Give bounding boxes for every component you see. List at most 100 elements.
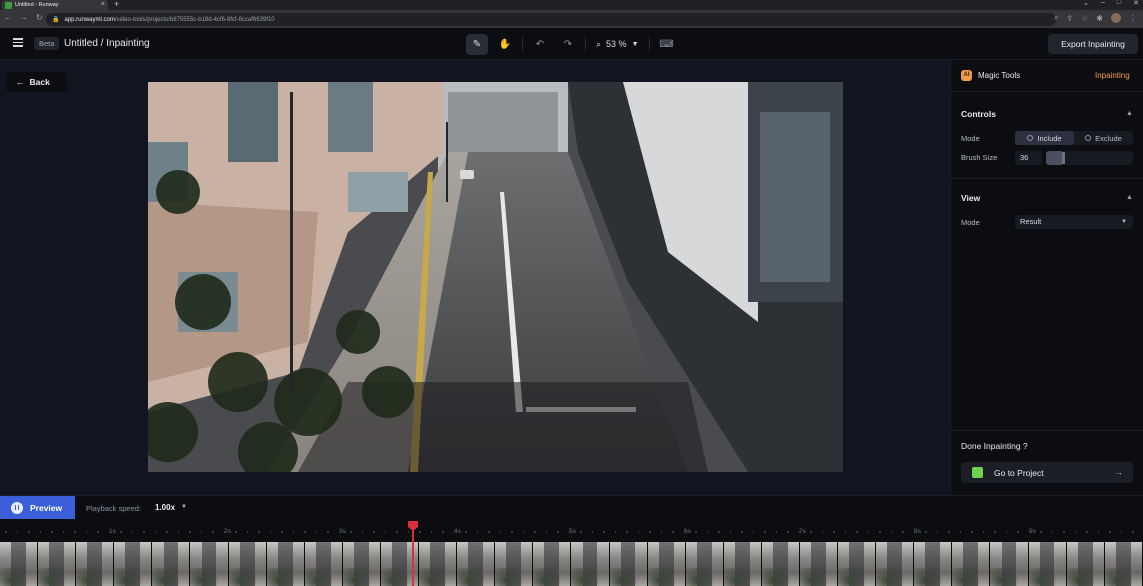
- time-dot: [419, 531, 421, 533]
- brush-size-slider[interactable]: [1046, 151, 1133, 165]
- time-dot: [557, 531, 559, 533]
- filmstrip[interactable]: [0, 542, 1143, 586]
- time-tick-label: 2s: [224, 528, 231, 535]
- window-controls: ⌄ – □ ✕: [1083, 0, 1139, 7]
- time-dot: [1097, 531, 1099, 533]
- close-window-icon[interactable]: ✕: [1133, 0, 1139, 7]
- filmstrip-frame: [1066, 542, 1105, 586]
- brush-size-input[interactable]: 36: [1015, 151, 1042, 165]
- preview-label: Preview: [30, 502, 63, 513]
- collapse-caret-icon[interactable]: ▲: [1126, 110, 1133, 117]
- time-dot: [476, 531, 478, 533]
- time-dot: [683, 531, 685, 533]
- search-icon[interactable]: ⌕: [1054, 13, 1058, 23]
- arrow-right-icon: →: [1115, 468, 1123, 477]
- back-arrow-icon[interactable]: ←: [4, 13, 12, 22]
- view-mode-label: Mode: [961, 218, 980, 227]
- editor-toolbar: ✎ ✋ ↶ ↷ ⌕ 53 % ▼ ⌨: [466, 33, 678, 55]
- zoom-value: 53 %: [606, 39, 627, 49]
- filmstrip-frame: [266, 542, 305, 586]
- filmstrip-frame: [114, 542, 153, 586]
- more-menu-icon[interactable]: ⋮: [1129, 14, 1137, 23]
- time-tick-label: 7s: [799, 528, 806, 535]
- mode-exclude-option[interactable]: Exclude: [1074, 131, 1133, 145]
- filmstrip-frame: [609, 542, 648, 586]
- filmstrip-frame: [1028, 542, 1067, 586]
- time-dot: [453, 531, 455, 533]
- filmstrip-frame: [647, 542, 686, 586]
- extensions-icon[interactable]: ✱: [1096, 14, 1103, 23]
- zoom-control[interactable]: ⌕ 53 % ▼: [592, 39, 643, 50]
- back-button[interactable]: ← Back: [6, 72, 67, 92]
- time-dot: [775, 531, 777, 533]
- chevron-down-icon[interactable]: ⌄: [1083, 0, 1089, 7]
- share-icon[interactable]: ⇪: [1066, 14, 1073, 23]
- time-dot: [913, 531, 915, 533]
- hamburger-menu-icon[interactable]: [13, 38, 23, 47]
- chevron-down-icon[interactable]: ▼: [181, 504, 187, 510]
- time-dot: [741, 531, 743, 533]
- profile-avatar[interactable]: [1111, 13, 1121, 23]
- go-to-project-button[interactable]: Go to Project →: [961, 462, 1133, 483]
- forward-arrow-icon[interactable]: →: [20, 13, 28, 22]
- time-dot: [269, 531, 271, 533]
- filmstrip-frame: [190, 542, 229, 586]
- star-icon[interactable]: ☆: [1081, 14, 1088, 23]
- playhead-line[interactable]: [412, 522, 414, 586]
- reload-icon[interactable]: ↻: [36, 13, 43, 22]
- redo-icon[interactable]: ↷: [557, 34, 579, 55]
- arrow-left-icon: ←: [16, 77, 25, 87]
- filmstrip-frame: [419, 542, 458, 586]
- time-dot: [959, 531, 961, 533]
- time-dot: [1005, 531, 1007, 533]
- time-dot: [511, 531, 513, 533]
- undo-icon[interactable]: ↶: [529, 34, 551, 55]
- lock-icon: 🔒: [52, 17, 60, 23]
- time-dot: [522, 531, 524, 533]
- controls-section-title[interactable]: Controls: [961, 109, 996, 119]
- view-section-title[interactable]: View: [961, 193, 980, 203]
- url-text: app.runwayml.com/video-tools/projects/b8…: [64, 17, 274, 23]
- close-tab-icon[interactable]: ×: [101, 1, 105, 8]
- browser-tab[interactable]: Untitled - Runway ×: [2, 0, 108, 10]
- time-dot: [660, 531, 662, 533]
- brush-size-thumb[interactable]: [1061, 152, 1065, 164]
- page-title: Untitled / Inpainting: [64, 38, 150, 49]
- time-dot: [465, 531, 467, 533]
- street-scene-image: [148, 82, 843, 472]
- magnifier-icon: ⌕: [596, 38, 602, 49]
- keyboard-icon[interactable]: ⌨: [656, 34, 678, 55]
- time-dot: [1086, 531, 1088, 533]
- hand-tool-icon[interactable]: ✋: [494, 34, 516, 55]
- time-dot: [373, 531, 375, 533]
- playback-speed-value[interactable]: 1.00x: [155, 503, 175, 512]
- active-tool-label: Inpainting: [1095, 71, 1130, 80]
- time-dot: [396, 531, 398, 533]
- brush-tool-icon[interactable]: ✎: [466, 33, 488, 55]
- time-dot: [752, 531, 754, 533]
- time-dot: [74, 531, 76, 533]
- time-dot: [637, 531, 639, 533]
- radio-icon: [1085, 135, 1092, 141]
- filmstrip-frame: [838, 542, 877, 586]
- time-dot: [1040, 531, 1042, 533]
- video-frame-canvas[interactable]: [148, 82, 843, 472]
- time-dot: [603, 531, 605, 533]
- browser-nav: ← → ↻: [4, 13, 43, 22]
- time-dot: [844, 531, 846, 533]
- maximize-icon[interactable]: □: [1117, 0, 1121, 7]
- view-mode-select[interactable]: Result ▼: [1015, 215, 1133, 229]
- mode-include-option[interactable]: Include: [1015, 131, 1074, 145]
- exclude-label: Exclude: [1095, 133, 1122, 143]
- minimize-icon[interactable]: –: [1101, 0, 1105, 7]
- export-inpainting-button[interactable]: Export Inpainting: [1048, 34, 1138, 54]
- url-field[interactable]: 🔒 app.runwayml.com/video-tools/projects/…: [46, 13, 1056, 26]
- preview-button[interactable]: Preview: [0, 496, 75, 519]
- time-dot: [1120, 531, 1122, 533]
- new-tab-icon[interactable]: +: [114, 0, 119, 9]
- time-dot: [729, 531, 731, 533]
- time-dot: [948, 531, 950, 533]
- time-ruler[interactable]: 1s 2s 3s 4s 5s 6s 7s 8s 9s: [0, 524, 1143, 542]
- collapse-caret-icon[interactable]: ▲: [1126, 194, 1133, 201]
- time-dot: [51, 531, 53, 533]
